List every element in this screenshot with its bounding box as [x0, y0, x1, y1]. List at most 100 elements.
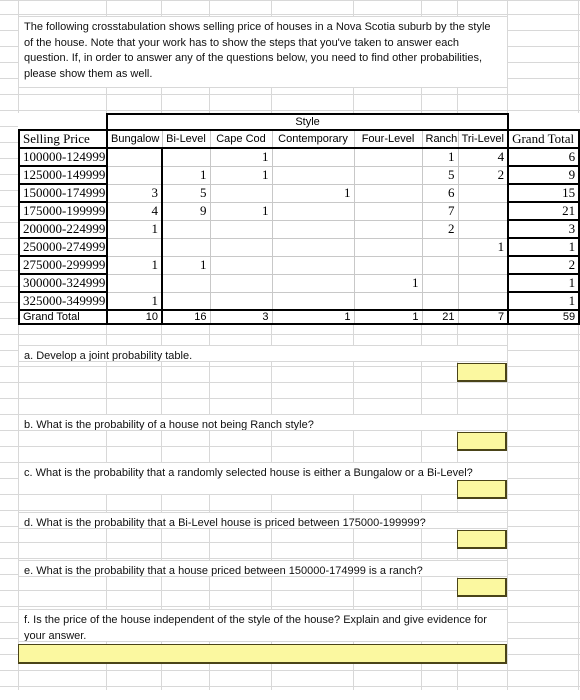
crosstab-cell: 9 — [161, 201, 211, 221]
crosstab-cell — [161, 219, 211, 239]
crosstab-row: 100000-124999 1 1 4 6 — [18, 147, 580, 167]
crosstab-cell — [353, 201, 423, 221]
gridline-row — [0, 398, 580, 399]
crosstab-grand-total-cell: 1 — [271, 309, 355, 325]
crosstab-cell — [209, 255, 273, 275]
crosstab-row-total: 3 — [507, 219, 580, 239]
crosstab-cell — [271, 291, 355, 311]
crosstab-cell — [271, 201, 355, 221]
crosstab-cell: 3 — [106, 183, 163, 203]
crosstab-cell: 2 — [457, 165, 510, 185]
gridline-row — [0, 110, 580, 111]
answer-cell-d[interactable] — [457, 530, 507, 549]
crosstab-row: 150000-174999 3 5 1 6 15 — [18, 183, 580, 203]
crosstab-row-label: 250000-274999 — [18, 237, 108, 257]
crosstab-cell: 1 — [457, 237, 510, 257]
crosstab-row-label: 125000-149999 — [18, 165, 108, 185]
crosstab-cell: 1 — [161, 255, 211, 275]
question-b-text: b. What is the probability of a house no… — [18, 414, 508, 431]
crosstab-grand-total-row: Grand Total 10 16 3 1 1 21 7 59 — [18, 309, 580, 325]
crosstab-cell: 1 — [161, 165, 211, 185]
crosstab-cell — [106, 165, 163, 185]
gridline-row — [0, 94, 580, 95]
crosstab-grand-total-cell: 1 — [353, 309, 423, 325]
crosstab-row-label: 200000-224999 — [18, 219, 108, 239]
crosstab-row: 325000-349999 1 1 — [18, 291, 580, 311]
crosstab-header-cape-cod: Cape Cod — [209, 129, 273, 149]
crosstab-cell — [106, 147, 163, 167]
question-c-text: c. What is the probability that a random… — [18, 462, 508, 495]
crosstab-cell — [209, 273, 273, 293]
crosstab-cell — [271, 147, 355, 167]
crosstab-cell — [457, 219, 510, 239]
crosstab-cell — [271, 273, 355, 293]
crosstab-cell — [161, 237, 211, 257]
answer-cell-e[interactable] — [457, 578, 507, 597]
crosstab-cell — [106, 237, 163, 257]
gridline-row — [0, 0, 580, 1]
gridline-row — [0, 670, 580, 671]
crosstab-cell — [161, 291, 211, 311]
crosstab-grand-total-overall: 59 — [507, 309, 580, 325]
answer-cell-c[interactable] — [457, 480, 507, 499]
crosstab-cell: 1 — [106, 255, 163, 275]
crosstab-cell: 1 — [209, 147, 273, 167]
answer-cell-b[interactable] — [457, 432, 507, 451]
crosstab-row-label: 150000-174999 — [18, 183, 108, 203]
crosstab-row-label: 275000-299999 — [18, 255, 108, 275]
crosstab-row-total: 1 — [507, 237, 580, 257]
crosstab-group-header-style: Style — [105, 113, 510, 131]
crosstab-row: 200000-224999 1 2 3 — [18, 219, 580, 239]
crosstab-grand-total-cell: 7 — [457, 309, 510, 325]
crosstab-cell — [161, 147, 211, 167]
crosstab-cell: 1 — [209, 201, 273, 221]
crosstab-cell: 1 — [271, 183, 355, 203]
crosstab-grand-total-cell: 10 — [106, 309, 163, 325]
question-a-text: a. Develop a joint probability table. — [18, 345, 508, 362]
crosstab-cell: 7 — [421, 201, 459, 221]
crosstab-cell: 1 — [421, 147, 459, 167]
crosstab-cell — [421, 237, 459, 257]
crosstab-row: 250000-274999 1 1 — [18, 237, 580, 257]
answer-cell-a[interactable] — [457, 363, 507, 382]
crosstab-cell — [271, 219, 355, 239]
gridline-row — [0, 382, 580, 383]
answer-cell-f[interactable] — [18, 644, 507, 664]
question-e-text: e. What is the probability that a house … — [18, 560, 508, 577]
prompt-text: The following crosstabulation shows sell… — [18, 16, 508, 88]
crosstab-cell: 5 — [161, 183, 211, 203]
crosstab-cell — [421, 291, 459, 311]
crosstab-row: 175000-199999 4 9 1 7 21 — [18, 201, 580, 221]
crosstab-row-total: 9 — [507, 165, 580, 185]
crosstab-grand-total-cell: 21 — [421, 309, 459, 325]
crosstab-cell — [421, 255, 459, 275]
crosstab-header-selling-price: Selling Price — [18, 129, 108, 149]
crosstab-header-row: Selling Price Bungalow Bi-Level Cape Cod Con… — [18, 129, 580, 149]
gridline-row — [0, 334, 580, 335]
crosstab-group-header-row: Style — [19, 113, 580, 131]
crosstab-header-bungalow: Bungalow — [106, 129, 163, 149]
crosstab-cell: 2 — [421, 219, 459, 239]
crosstab-cell: 1 — [106, 291, 163, 311]
crosstab-row: 125000-149999 1 1 5 2 9 — [18, 165, 580, 185]
crosstab-row-total: 15 — [507, 183, 580, 203]
question-d-text: d. What is the probability that a Bi-Lev… — [18, 512, 508, 529]
crosstab-cell — [161, 273, 211, 293]
crosstab-row-total: 1 — [507, 291, 580, 311]
crosstab-cell: 6 — [421, 183, 459, 203]
crosstab-header-four-level: Four-Level — [353, 129, 423, 149]
crosstab-header-grand-total: Grand Total — [507, 129, 580, 149]
crosstab-header-tri-level: Tri-Level — [457, 129, 510, 149]
crosstab-cell: 1 — [353, 273, 423, 293]
crosstab-table: Style Selling Price Bungalow Bi-Level Cape C… — [18, 113, 580, 325]
gridline-row — [0, 558, 580, 559]
crosstab-cell — [209, 291, 273, 311]
spreadsheet-canvas: The following crosstabulation shows sell… — [0, 0, 580, 700]
gridline-row — [0, 606, 580, 607]
crosstab-corner-spacer-right — [508, 114, 580, 130]
crosstab-cell — [457, 273, 510, 293]
crosstab-row-label: 325000-349999 — [18, 291, 108, 311]
crosstab-row-total: 2 — [507, 255, 580, 275]
crosstab-row-label: 300000-324999 — [18, 273, 108, 293]
crosstab-corner-spacer — [19, 114, 107, 130]
